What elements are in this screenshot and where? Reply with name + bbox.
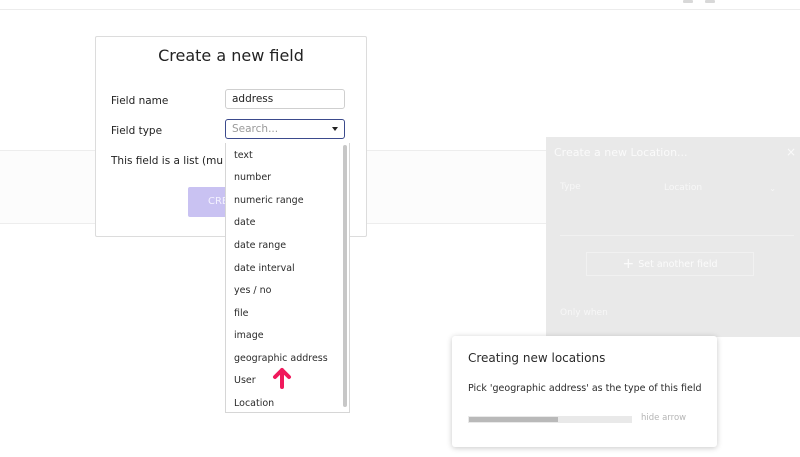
create-location-panel: Create a new Location... × Type Location… bbox=[546, 137, 800, 337]
dropdown-option-number[interactable]: number bbox=[234, 172, 271, 183]
dropdown-option-date-interval[interactable]: date interval bbox=[234, 263, 295, 274]
dropdown-option-location[interactable]: Location bbox=[234, 398, 274, 409]
chevron-down-icon: ⌄ bbox=[769, 184, 776, 193]
set-another-field-button[interactable]: + Set another field bbox=[586, 252, 754, 276]
dropdown-option-date[interactable]: date bbox=[234, 217, 255, 228]
set-another-field-label: Set another field bbox=[638, 259, 718, 270]
dropdown-option-text[interactable]: text bbox=[234, 150, 253, 161]
field-type-select[interactable]: Search... bbox=[225, 119, 345, 139]
only-when-label: Only when bbox=[560, 308, 608, 318]
panel-type-value[interactable]: Location bbox=[664, 183, 702, 193]
dropdown-option-geographic-address[interactable]: geographic address bbox=[234, 353, 328, 364]
close-icon[interactable]: × bbox=[786, 145, 796, 159]
dropdown-option-numeric-range[interactable]: numeric range bbox=[234, 195, 304, 206]
top-bar-marker bbox=[683, 0, 693, 3]
hide-arrow-link[interactable]: hide arrow bbox=[641, 413, 686, 423]
panel-title: Create a new Location... bbox=[554, 146, 688, 159]
panel-type-label: Type bbox=[560, 182, 581, 192]
arrow-up-icon bbox=[273, 368, 291, 389]
tutorial-progress-bar bbox=[468, 416, 632, 423]
dropdown-scrollbar[interactable] bbox=[343, 145, 347, 407]
dropdown-option-file[interactable]: file bbox=[234, 308, 248, 319]
field-name-input[interactable]: address bbox=[225, 89, 345, 109]
field-type-placeholder: Search... bbox=[232, 123, 279, 135]
tutorial-tooltip: Creating new locations Pick 'geographic … bbox=[452, 336, 717, 447]
plus-icon: + bbox=[622, 256, 635, 272]
tooltip-title: Creating new locations bbox=[468, 351, 606, 365]
tooltip-body: Pick 'geographic address' as the type of… bbox=[468, 383, 702, 394]
tutorial-progress-fill bbox=[469, 417, 559, 422]
modal-title: Create a new field bbox=[158, 46, 304, 65]
chevron-down-icon bbox=[332, 127, 338, 131]
dropdown-option-image[interactable]: image bbox=[234, 330, 264, 341]
top-bar bbox=[0, 0, 800, 10]
panel-field-row bbox=[560, 219, 794, 236]
is-list-label: This field is a list (multip bbox=[111, 155, 223, 167]
dropdown-option-date-range[interactable]: date range bbox=[234, 240, 286, 251]
top-bar-marker bbox=[705, 0, 715, 3]
field-type-label: Field type bbox=[111, 125, 163, 137]
dropdown-option-yes-no[interactable]: yes / no bbox=[234, 285, 272, 296]
field-name-label: Field name bbox=[111, 95, 169, 107]
dropdown-option-user[interactable]: User bbox=[234, 375, 256, 386]
